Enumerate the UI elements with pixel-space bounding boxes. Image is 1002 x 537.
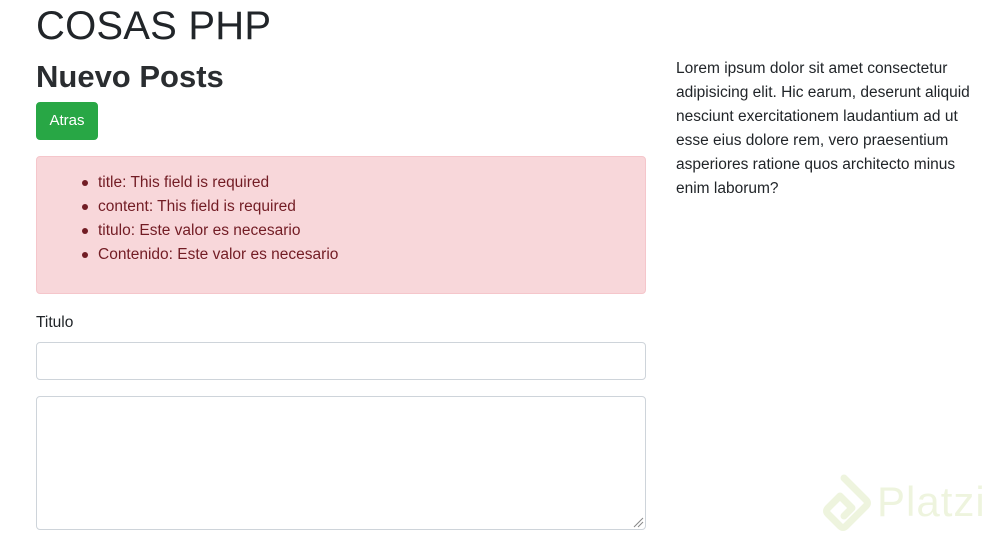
bullet-icon [82,180,88,186]
page: COSAS PHP Nuevo Posts Atras title: This … [0,0,1002,537]
bullet-icon [82,252,88,258]
error-text: content: This field is required [98,198,296,215]
error-alert: title: This field is required content: T… [36,156,646,294]
error-item: Contenido: Este valor es necesario [82,243,339,267]
title-label: Titulo [36,314,74,331]
error-item: titulo: Este valor es necesario [82,219,338,243]
error-text: titulo: Este valor es necesario [98,222,301,239]
error-text: Contenido: Este valor es necesario [98,246,339,263]
platzi-logo-icon [823,474,871,531]
bullet-icon [82,228,88,234]
watermark-text: Platzi [877,478,986,525]
error-list: title: This field is required content: T… [82,171,339,267]
platzi-watermark: Platzi [822,474,994,532]
resize-grip-icon[interactable] [632,516,644,528]
page-heading: Nuevo Posts [36,59,224,94]
error-item: title: This field is required [82,171,338,195]
error-item: content: This field is required [82,195,338,219]
title-input[interactable] [36,342,646,380]
error-text: title: This field is required [98,174,270,191]
site-title: COSAS PHP [36,4,272,48]
bullet-icon [82,204,88,210]
sidebar-paragraph: Lorem ipsum dolor sit amet consectetur a… [676,60,970,197]
content-textarea[interactable] [36,396,646,530]
back-button[interactable]: Atras [36,102,98,140]
